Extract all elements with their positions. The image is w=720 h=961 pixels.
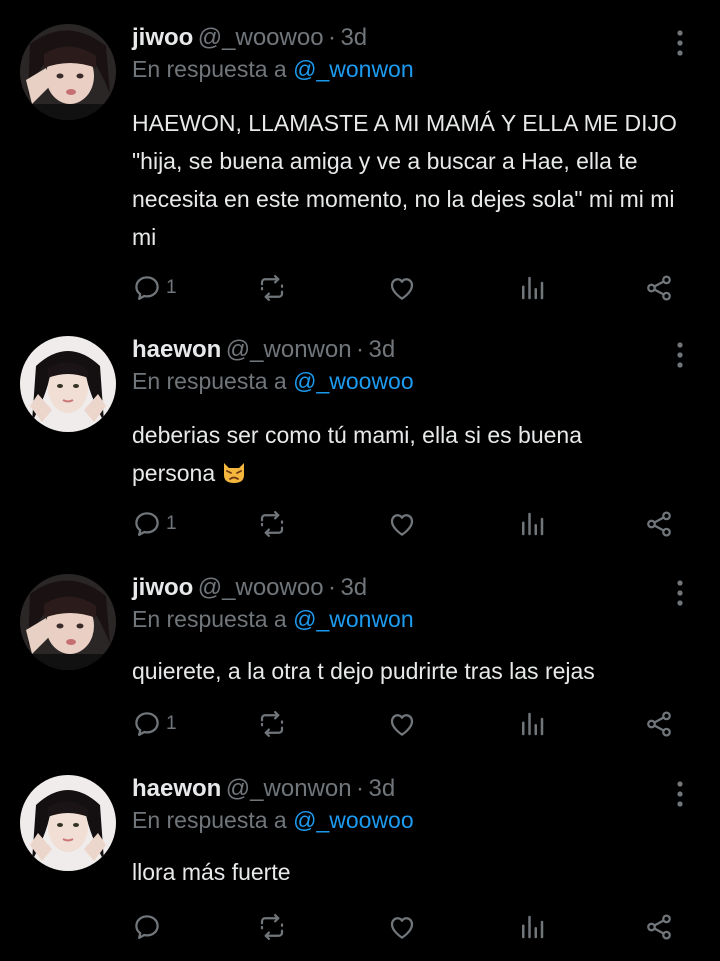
retweet-icon [257,509,287,539]
heart-icon [387,273,417,303]
share-icon [644,912,674,942]
heart-icon [387,509,417,539]
reply-prefix: En respuesta a [132,56,287,82]
separator: · [328,574,336,601]
avatar[interactable] [20,775,116,871]
reply-prefix: En respuesta a [132,368,287,394]
reply-to-link[interactable]: @_wonwon [293,606,414,632]
tweet-text: quierete, a la otra t dejo pudrirte tras… [132,658,595,684]
tweet-header: haewon @_wonwon · 3d [132,336,395,370]
like-button[interactable] [387,909,417,945]
share-button[interactable] [644,706,674,742]
reply-to-link[interactable]: @_woowoo [293,807,414,833]
heart-icon [387,912,417,942]
reply-count: 1 [166,277,177,298]
share-button[interactable] [644,909,674,945]
more-vertical-icon[interactable] [668,28,692,58]
reply-icon [132,273,162,303]
user-name[interactable]: jiwoo [132,574,193,601]
reply-count: 1 [166,713,177,734]
user-handle[interactable]: @_wonwon [226,336,352,363]
tweet-text-container: deberias ser como tú mami, ella si es bu… [132,416,652,496]
retweet-button[interactable] [257,706,287,742]
retweet-icon [257,709,287,739]
reply-context: En respuesta a @_woowoo [132,807,414,834]
reply-icon [132,509,162,539]
views-button[interactable] [517,506,547,542]
tweet-header: jiwoo @_woowoo · 3d [132,24,367,58]
share-button[interactable] [644,506,674,542]
separator: · [356,336,365,363]
like-button[interactable] [387,506,417,542]
share-icon [644,509,674,539]
retweet-icon [257,912,287,942]
avatar[interactable] [20,24,116,120]
reply-context: En respuesta a @_woowoo [132,368,414,395]
timestamp[interactable]: 3d [368,775,395,802]
timestamp[interactable]: 3d [340,24,367,51]
avatar[interactable] [20,574,116,670]
heart-icon [387,709,417,739]
reply-icon [132,709,162,739]
retweet-button[interactable] [257,909,287,945]
tweet-header: haewon @_wonwon · 3d [132,775,395,809]
more-vertical-icon[interactable] [668,340,692,370]
timestamp[interactable]: 3d [340,574,367,601]
share-icon [644,709,674,739]
reply-icon [132,912,162,942]
views-icon [517,912,547,942]
retweet-button[interactable] [257,506,287,542]
reply-context: En respuesta a @_wonwon [132,56,414,83]
more-vertical-icon[interactable] [668,779,692,809]
tweet-header: jiwoo @_woowoo · 3d [132,574,367,608]
retweet-button[interactable] [257,270,287,306]
like-button[interactable] [387,706,417,742]
more-vertical-icon[interactable] [668,578,692,608]
pouting-cat-emoji [221,458,247,496]
user-name[interactable]: haewon [132,336,221,363]
reply-button[interactable] [132,909,166,945]
tweet-text: llora más fuerte [132,859,291,885]
user-handle[interactable]: @_woowoo [198,24,324,51]
reply-prefix: En respuesta a [132,606,287,632]
reply-prefix: En respuesta a [132,807,287,833]
views-button[interactable] [517,909,547,945]
retweet-icon [257,273,287,303]
reply-context: En respuesta a @_wonwon [132,606,414,633]
views-button[interactable] [517,270,547,306]
user-handle[interactable]: @_wonwon [226,775,352,802]
timestamp[interactable]: 3d [368,336,395,363]
views-icon [517,509,547,539]
user-handle[interactable]: @_woowoo [198,574,324,601]
reply-button[interactable]: 1 [132,270,177,306]
views-icon [517,273,547,303]
avatar[interactable] [20,336,116,432]
share-button[interactable] [644,270,674,306]
reply-to-link[interactable]: @_woowoo [293,368,414,394]
user-name[interactable]: jiwoo [132,24,193,51]
share-icon [644,273,674,303]
views-icon [517,709,547,739]
reply-button[interactable]: 1 [132,506,177,542]
like-button[interactable] [387,270,417,306]
separator: · [328,24,336,51]
separator: · [356,775,365,802]
action-bar: 1 [132,270,692,306]
tweet-text: deberias ser como tú mami, ella si es bu… [132,422,582,486]
action-bar: 1 [132,706,692,742]
action-bar: 1 [132,506,692,542]
user-name[interactable]: haewon [132,775,221,802]
action-bar [132,909,692,945]
reply-button[interactable]: 1 [132,706,177,742]
reply-to-link[interactable]: @_wonwon [293,56,414,82]
reply-count: 1 [166,513,177,534]
views-button[interactable] [517,706,547,742]
tweet-text: HAEWON, LLAMASTE A MI MAMÁ Y ELLA ME DIJ… [132,110,677,250]
